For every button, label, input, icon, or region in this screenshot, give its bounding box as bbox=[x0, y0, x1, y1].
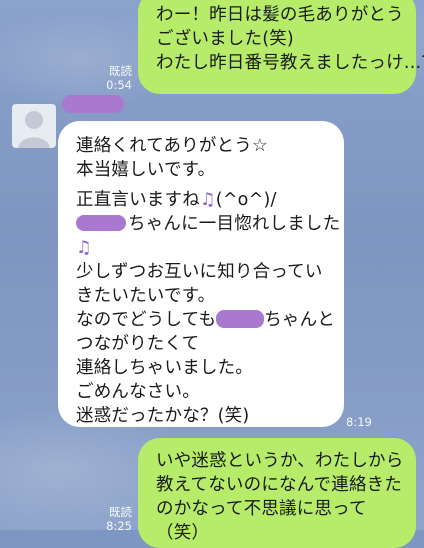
message-line: 連絡くれてありがとう☆ bbox=[76, 136, 268, 156]
message-line: わー！昨日は髪の毛ありがとう bbox=[156, 5, 404, 25]
message-line: 本当嬉しいです。 bbox=[76, 160, 216, 180]
default-avatar-icon bbox=[18, 111, 50, 148]
music-note-icon: ♫ bbox=[199, 190, 216, 210]
censored-sender-name bbox=[62, 95, 124, 113]
read-label: 既読 bbox=[109, 64, 132, 78]
avatar[interactable] bbox=[12, 104, 56, 148]
message-line: つながりたくて bbox=[76, 334, 200, 354]
message-line: ちゃんに一目惚れしました bbox=[76, 212, 340, 236]
outgoing-message-bubble[interactable]: いや迷惑というか、わたしから 教えてないのになんで連絡きた のかなって不思議に思… bbox=[138, 438, 416, 548]
message-line: 連絡しちゃいました。 bbox=[76, 358, 253, 378]
censored-name bbox=[216, 310, 265, 328]
message-text: ちゃんと bbox=[264, 310, 336, 330]
outgoing-message-bubble[interactable]: わー！昨日は髪の毛ありがとう ございました(笑) わたし昨日番号教えましたっけ…… bbox=[138, 0, 424, 94]
read-receipt: 既読 0:54 bbox=[96, 64, 132, 92]
message-time: 8:19 bbox=[346, 415, 372, 429]
message-line: いや迷惑というか、わたしから bbox=[156, 451, 404, 471]
message-line: 正直言いますね♫(^o^)/ bbox=[76, 188, 328, 212]
message-line: のかなって不思議に思って bbox=[156, 499, 367, 519]
message-line: 教えてないのになんで連絡きた bbox=[156, 475, 403, 495]
message-text: (^o^)/ bbox=[215, 190, 277, 210]
message-text: 正直言いますね bbox=[76, 190, 200, 210]
message-line: ごめんなさい。 bbox=[76, 382, 200, 402]
incoming-message-bubble[interactable]: 連絡くれてありがとう☆ 本当嬉しいです。 正直言いますね♫(^o^)/ ちゃんに… bbox=[58, 121, 344, 427]
message-line: 少しずつお互いに知り合ってい bbox=[76, 262, 323, 282]
message-time: 8:25 bbox=[106, 519, 132, 533]
music-note-icon: ♫ bbox=[76, 238, 92, 258]
message-time: 0:54 bbox=[106, 78, 132, 92]
message-line: なのでどうしても ちゃんと bbox=[76, 308, 335, 332]
read-receipt: 既読 8:25 bbox=[96, 505, 132, 533]
read-label: 既読 bbox=[109, 505, 132, 519]
censored-name bbox=[76, 215, 126, 231]
message-line: 迷惑だったかな？(笑) bbox=[76, 406, 250, 426]
message-text: なのでどうしても bbox=[76, 310, 217, 330]
message-line: きたいたいです。 bbox=[76, 286, 216, 306]
message-line: わたし昨日番号教えましたっけ…？ bbox=[156, 53, 424, 73]
message-line: （笑） bbox=[156, 523, 210, 543]
message-text: ちゃんに一目惚れしました bbox=[128, 214, 341, 234]
message-line: ございました(笑) bbox=[156, 29, 294, 49]
